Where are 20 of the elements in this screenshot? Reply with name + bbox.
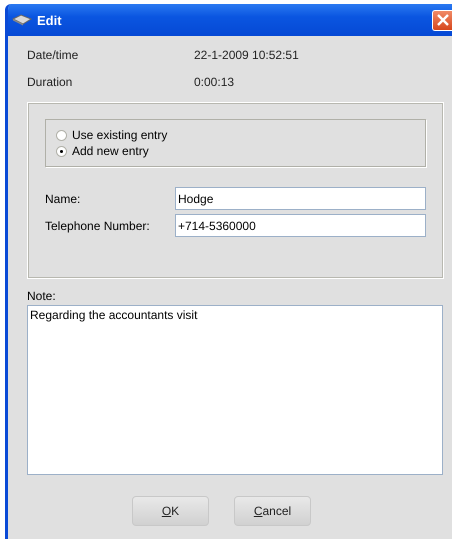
note-label: Note: [27, 289, 57, 303]
note-field[interactable]: Regarding the accountants visit [27, 305, 443, 475]
dialog-button[interactable]: Cancel [234, 496, 311, 526]
dialog-button[interactable]: OK [132, 496, 209, 526]
info-label: Date/time [27, 48, 80, 62]
info-value: 22-1-2009 10:52:51 [194, 48, 300, 62]
close-button[interactable] [432, 10, 452, 30]
field-label: Name: [45, 192, 82, 206]
info-value: 0:00:13 [194, 75, 236, 89]
radio-label[interactable]: Add new entry [72, 144, 149, 158]
text-field[interactable]: +714-5360000 [175, 214, 426, 237]
radio-button[interactable] [56, 146, 67, 156]
field-label: Telephone Number: [45, 218, 151, 232]
radio-button[interactable] [56, 130, 67, 140]
text-field[interactable]: Hodge [175, 187, 426, 210]
app-icon [12, 14, 32, 26]
close-icon [436, 14, 448, 26]
radio-label[interactable]: Use existing entry [72, 128, 168, 142]
info-label: Duration [27, 75, 74, 89]
window-title: Edit [37, 12, 63, 28]
